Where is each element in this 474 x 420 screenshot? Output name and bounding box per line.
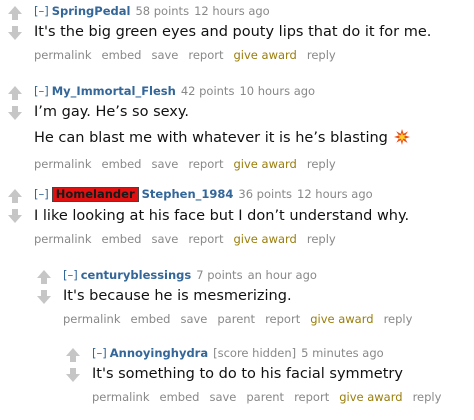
comment-actions: permalink embed save report give award reply	[34, 48, 474, 62]
score: 58 points	[135, 4, 190, 18]
collapse-toggle[interactable]: [–]	[63, 268, 78, 282]
collapse-toggle[interactable]: [–]	[34, 4, 49, 18]
report-link[interactable]: report	[265, 312, 300, 326]
vote-controls	[8, 6, 24, 40]
comment-text: It's the big green eyes and pouty lips t…	[34, 24, 432, 40]
upvote-arrow-icon[interactable]	[37, 270, 51, 284]
author-link[interactable]: SpringPedal	[52, 4, 131, 18]
downvote-arrow-icon[interactable]	[37, 290, 51, 304]
permalink-link[interactable]: permalink	[34, 48, 92, 62]
parent-link[interactable]: parent	[217, 312, 255, 326]
save-link[interactable]: save	[151, 232, 178, 246]
comment-text-line-2-content: He can blast me with whatever it is he’s…	[34, 130, 388, 146]
comment-tagline: [–] centuryblessings 7 points an hour ago	[63, 268, 474, 282]
permalink-link[interactable]: permalink	[34, 232, 92, 246]
comment-actions: permalink embed save report give award reply	[34, 232, 474, 246]
comment-text: I like looking at his face but I don’t u…	[34, 208, 410, 224]
save-link[interactable]: save	[209, 390, 236, 404]
timestamp: an hour ago	[247, 268, 317, 282]
downvote-arrow-icon[interactable]	[8, 26, 22, 40]
timestamp: 5 minutes ago	[301, 346, 384, 360]
reply-link[interactable]: reply	[384, 312, 413, 326]
collapse-toggle[interactable]: [–]	[92, 346, 107, 360]
permalink-link[interactable]: permalink	[92, 390, 150, 404]
report-link[interactable]: report	[294, 390, 329, 404]
embed-link[interactable]: embed	[102, 232, 142, 246]
vote-controls	[37, 270, 53, 304]
comment-tagline: [–] SpringPedal 58 points 12 hours ago	[34, 4, 474, 18]
report-link[interactable]: report	[188, 48, 223, 62]
comment-tagline: [–] Homelander Stephen_1984 36 points 12 hou…	[34, 187, 474, 202]
give-award-link[interactable]: give award	[234, 232, 297, 246]
vote-controls	[8, 86, 24, 120]
vote-controls	[66, 348, 82, 382]
reply-link[interactable]: reply	[413, 390, 442, 404]
author-link[interactable]: Stephen_1984	[142, 187, 234, 201]
upvote-arrow-icon[interactable]	[8, 6, 22, 20]
score: 7 points	[196, 268, 243, 282]
parent-link[interactable]: parent	[246, 390, 284, 404]
give-award-link[interactable]: give award	[339, 390, 402, 404]
collapse-toggle[interactable]: [–]	[34, 187, 49, 201]
downvote-arrow-icon[interactable]	[8, 106, 22, 120]
user-flair-badge: Homelander	[51, 187, 139, 202]
downvote-arrow-icon[interactable]	[8, 209, 22, 223]
score: 36 points	[238, 187, 292, 201]
score: 42 points	[180, 84, 235, 98]
comment-tagline: [–] My_Immortal_Flesh 42 points 10 hours ag…	[34, 84, 474, 98]
comment-text-line-1: I’m gay. He’s so sexy.	[34, 104, 189, 120]
vote-controls	[8, 189, 24, 223]
save-link[interactable]: save	[151, 48, 178, 62]
upvote-arrow-icon[interactable]	[66, 348, 80, 362]
author-link[interactable]: My_Immortal_Flesh	[52, 84, 176, 98]
save-link[interactable]: save	[180, 312, 207, 326]
reply-link[interactable]: reply	[307, 232, 336, 246]
comment-actions: permalink embed save parent report give award…	[63, 312, 474, 326]
comment-tagline: [–] Annoyinghydra [score hidden] 5 minutes …	[92, 346, 474, 360]
author-link[interactable]: Annoyinghydra	[110, 346, 208, 360]
give-award-link[interactable]: give award	[234, 48, 297, 62]
score: [score hidden]	[213, 346, 297, 360]
embed-link[interactable]: embed	[102, 48, 142, 62]
permalink-link[interactable]: permalink	[34, 157, 92, 171]
author-link[interactable]: centuryblessings	[81, 268, 192, 282]
reply-link[interactable]: reply	[307, 157, 336, 171]
reply-link[interactable]: reply	[307, 48, 336, 62]
upvote-arrow-icon[interactable]	[8, 86, 22, 100]
timestamp: 12 hours ago	[297, 187, 373, 201]
timestamp: 12 hours ago	[194, 4, 270, 18]
comment-actions: permalink embed save report give award reply	[34, 157, 474, 171]
collapse-toggle[interactable]: [–]	[34, 84, 49, 98]
embed-link[interactable]: embed	[160, 390, 200, 404]
permalink-link[interactable]: permalink	[63, 312, 121, 326]
upvote-arrow-icon[interactable]	[8, 189, 22, 203]
give-award-link[interactable]: give award	[234, 157, 297, 171]
embed-link[interactable]: embed	[131, 312, 171, 326]
embed-link[interactable]: embed	[102, 157, 142, 171]
timestamp: 10 hours ago	[239, 84, 316, 98]
comment-text: It's because he is mesmerizing.	[63, 288, 292, 304]
report-link[interactable]: report	[188, 157, 223, 171]
comment-text-line-2: He can blast me with whatever it is he’s…	[34, 129, 474, 151]
report-link[interactable]: report	[188, 232, 223, 246]
comment-actions: permalink embed save parent report give award…	[92, 390, 474, 404]
collision-emoji-icon	[393, 129, 410, 151]
save-link[interactable]: save	[151, 157, 178, 171]
give-award-link[interactable]: give award	[310, 312, 373, 326]
downvote-arrow-icon[interactable]	[66, 368, 80, 382]
comment-text: It's something to do to his facial symme…	[92, 366, 403, 382]
